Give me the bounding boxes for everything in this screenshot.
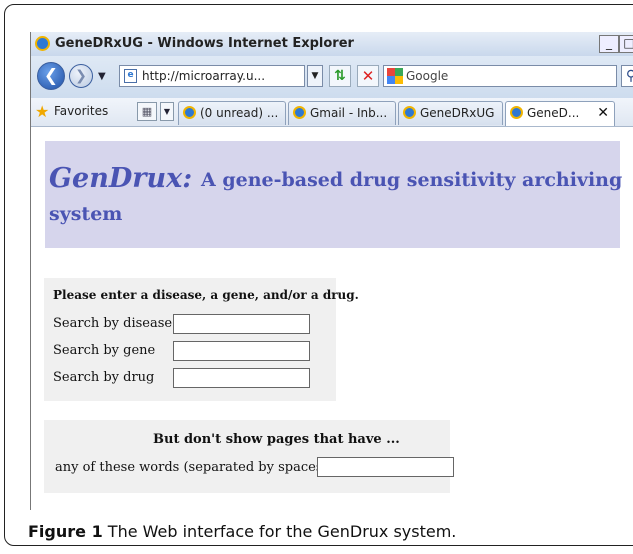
gene-label: Search by gene (53, 343, 156, 358)
exclude-form: But don't show pages that have ... any o… (44, 420, 454, 493)
page-icon: e (124, 69, 137, 83)
address-text: http://microarray.u... (142, 69, 266, 83)
forward-icon[interactable]: ❯ (69, 64, 93, 88)
tab-label: GeneDRxUG (420, 106, 495, 120)
close-tab-icon[interactable]: ✕ (597, 102, 609, 124)
stop-icon[interactable]: ✕ (357, 65, 379, 87)
figure-label: Figure 1 (28, 522, 103, 541)
tab-unread[interactable]: (0 unread) ... (178, 101, 286, 125)
tab-label: GeneD... (527, 106, 580, 120)
tab-genedrxug[interactable]: GeneDRxUG (398, 101, 503, 125)
disease-label: Search by disease (53, 316, 173, 331)
favorites-bar: ★ Favorites ▦ ▼ (0 unread) ... Gmail - I… (31, 98, 633, 127)
page-content: GenDrux: A gene-based drug sensitivity a… (31, 127, 633, 510)
window-title: GeneDRxUG - Windows Internet Explorer (55, 36, 354, 51)
disease-input[interactable] (173, 314, 310, 334)
drug-input[interactable] (173, 368, 310, 388)
ie-tab-icon (293, 106, 306, 119)
ie-tab-icon (183, 106, 196, 119)
search-placeholder: Google (406, 69, 449, 83)
history-dropdown-icon[interactable]: ▼ (98, 71, 106, 82)
search-icon[interactable]: ⚲ (621, 65, 633, 87)
exclude-words-input[interactable] (317, 457, 454, 477)
google-icon (387, 68, 403, 84)
tab-label: Gmail - Inb... (310, 106, 388, 120)
tab-list-icon[interactable]: ▼ (160, 102, 174, 121)
title-bar: GeneDRxUG - Windows Internet Explorer _ … (31, 32, 633, 57)
app-tagline: A gene-based drug sensitivity archiving (201, 169, 623, 191)
tab-gmail[interactable]: Gmail - Inb... (288, 101, 396, 125)
app-banner: GenDrux: A gene-based drug sensitivity a… (45, 141, 623, 248)
figure-caption-text: The Web interface for the GenDrux system… (107, 522, 457, 541)
minimize-button[interactable]: _ (599, 35, 619, 53)
search-input[interactable]: Google (383, 65, 617, 87)
exclude-words-label: any of these words (separated by spaces) (55, 460, 328, 475)
tab-gened-active[interactable]: GeneD... ✕ (505, 101, 615, 126)
address-input[interactable]: e http://microarray.u... (119, 65, 305, 87)
search-form: Please enter a disease, a gene, and/or a… (44, 278, 359, 401)
gene-input[interactable] (173, 341, 310, 361)
app-name: GenDrux: (49, 163, 193, 194)
exclude-heading: But don't show pages that have ... (153, 432, 400, 447)
app-tagline-continued: system (49, 203, 123, 225)
drug-label: Search by drug (53, 370, 155, 385)
ie-tab-icon (510, 106, 523, 119)
ie-logo-icon (35, 36, 50, 51)
ie-tab-icon (403, 106, 416, 119)
favorites-star-icon[interactable]: ★ (35, 102, 49, 121)
quick-tabs-icon[interactable]: ▦ (137, 102, 157, 121)
back-icon[interactable]: ❮ (37, 62, 65, 90)
browser-window: GeneDRxUG - Windows Internet Explorer _ … (30, 32, 633, 510)
figure-caption: Figure 1 The Web interface for the GenDr… (28, 522, 456, 541)
maximize-button[interactable]: □ (619, 35, 633, 53)
favorites-button[interactable]: Favorites (54, 104, 108, 118)
search-form-heading: Please enter a disease, a gene, and/or a… (53, 288, 359, 302)
refresh-icon[interactable]: ⇅ (329, 65, 351, 87)
address-dropdown-icon[interactable]: ▼ (307, 65, 323, 87)
address-toolbar: ❮ ❯ ▼ e http://microarray.u... ▼ ⇅ ✕ Goo… (31, 56, 633, 98)
tab-label: (0 unread) ... (200, 106, 279, 120)
